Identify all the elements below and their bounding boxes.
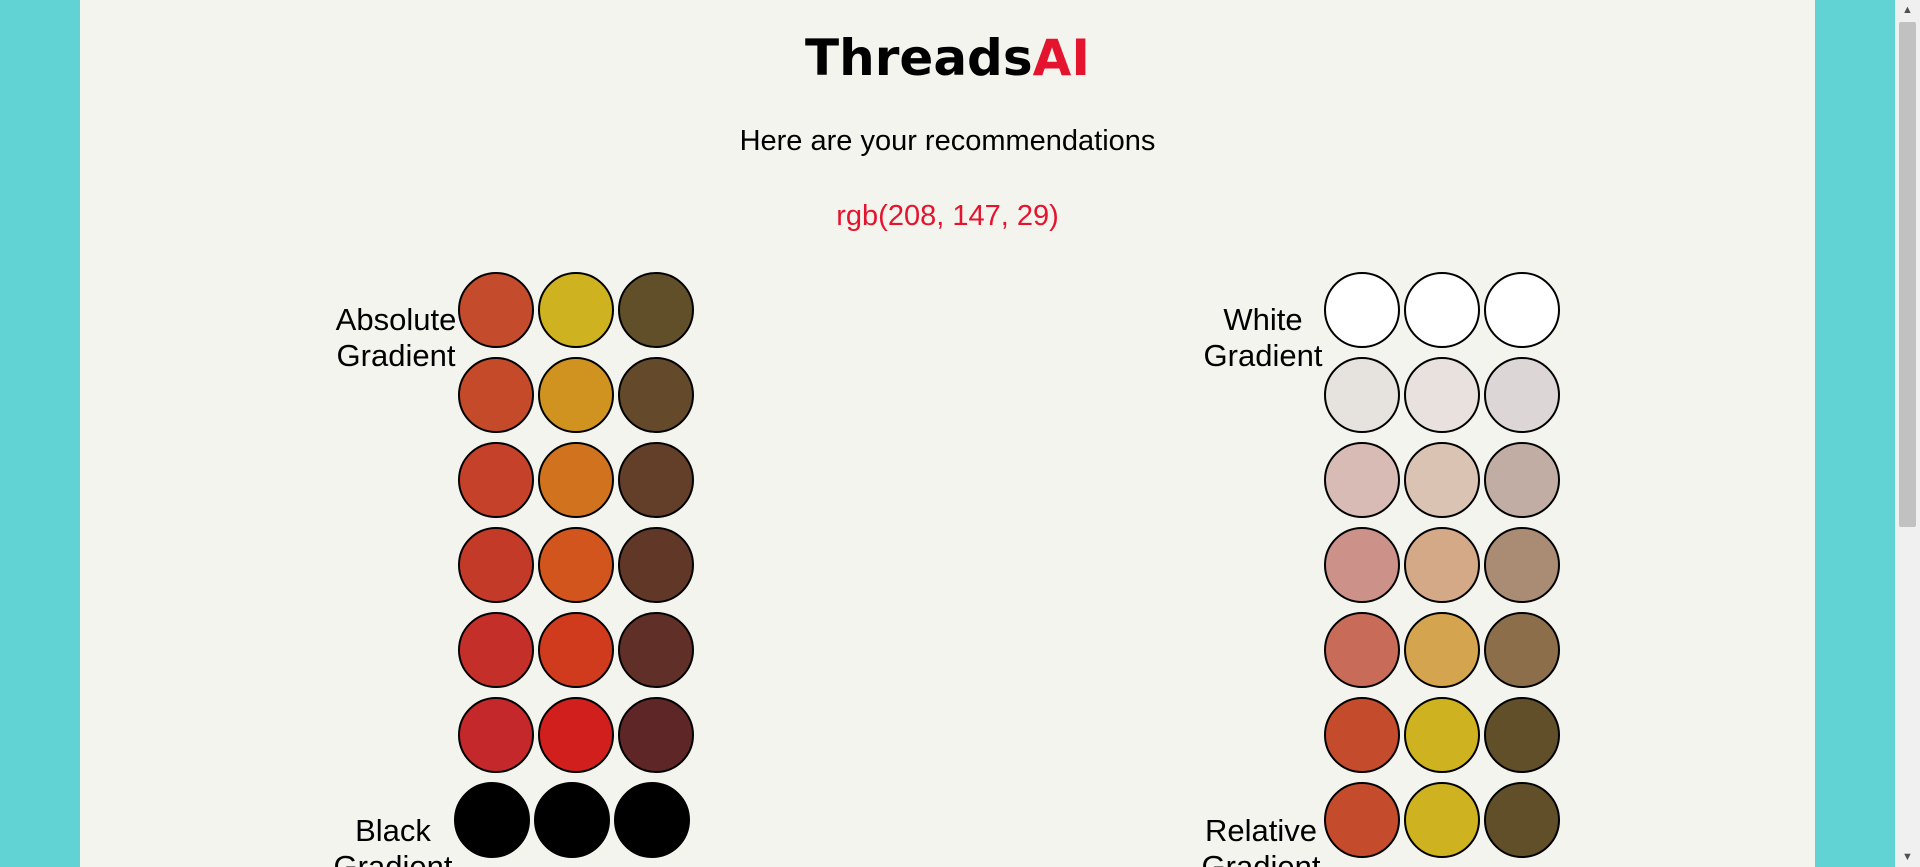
color-swatch[interactable] <box>1484 357 1560 433</box>
color-swatch[interactable] <box>1404 697 1480 773</box>
brand-logo: ThreadsAI <box>80 28 1815 88</box>
color-swatch[interactable] <box>618 527 694 603</box>
color-swatch[interactable] <box>534 782 610 858</box>
color-swatch[interactable] <box>1484 782 1560 858</box>
color-swatch[interactable] <box>458 697 534 773</box>
label-line: White <box>1223 302 1303 337</box>
absolute-gradient-label: Absolute Gradient <box>321 302 471 374</box>
white-gradient-label: White Gradient <box>1188 302 1338 374</box>
color-swatch[interactable] <box>1404 612 1480 688</box>
vertical-scrollbar[interactable]: ▲ ▼ <box>1895 0 1920 867</box>
color-swatch[interactable] <box>614 782 690 858</box>
black-gradient-label: Black Gradient <box>318 813 468 867</box>
label-line: Gradient <box>336 338 456 373</box>
color-swatch[interactable] <box>1404 442 1480 518</box>
label-line: Gradient <box>333 849 453 867</box>
color-swatch[interactable] <box>538 442 614 518</box>
color-swatch[interactable] <box>458 612 534 688</box>
brand-name-part1: Threads <box>805 29 1033 87</box>
color-swatch[interactable] <box>538 527 614 603</box>
page-subtitle: Here are your recommendations <box>739 125 1156 157</box>
color-swatch[interactable] <box>1324 527 1400 603</box>
scrollbar-thumb[interactable] <box>1899 22 1916 527</box>
color-swatch[interactable] <box>1404 272 1480 348</box>
color-swatch[interactable] <box>1404 527 1480 603</box>
color-swatch[interactable] <box>458 527 534 603</box>
color-swatch[interactable] <box>458 442 534 518</box>
scroll-down-icon[interactable]: ▼ <box>1895 847 1920 867</box>
color-swatch[interactable] <box>1484 442 1560 518</box>
color-swatch[interactable] <box>1484 612 1560 688</box>
color-swatch[interactable] <box>1324 782 1400 858</box>
label-line: Absolute <box>335 302 457 337</box>
color-swatch[interactable] <box>538 272 614 348</box>
color-swatch[interactable] <box>1484 697 1560 773</box>
color-swatch[interactable] <box>1324 612 1400 688</box>
color-swatch[interactable] <box>618 612 694 688</box>
color-swatch[interactable] <box>458 272 534 348</box>
color-swatch[interactable] <box>454 782 530 858</box>
label-line: Gradient <box>1201 849 1321 867</box>
color-swatch[interactable] <box>1484 272 1560 348</box>
color-swatch[interactable] <box>1404 782 1480 858</box>
recommendations-page: ThreadsAI Here are your recommendations … <box>80 0 1815 867</box>
color-swatch[interactable] <box>1324 697 1400 773</box>
color-swatch[interactable] <box>538 357 614 433</box>
color-swatch[interactable] <box>1404 357 1480 433</box>
label-line: Black <box>355 813 431 848</box>
color-swatch[interactable] <box>458 357 534 433</box>
color-swatch[interactable] <box>618 357 694 433</box>
color-swatch[interactable] <box>538 612 614 688</box>
color-swatch[interactable] <box>1324 272 1400 348</box>
label-line: Relative <box>1205 813 1317 848</box>
scroll-up-icon[interactable]: ▲ <box>1895 0 1920 20</box>
relative-gradient-label: Relative Gradient <box>1186 813 1336 867</box>
label-line: Gradient <box>1203 338 1323 373</box>
color-swatch[interactable] <box>618 272 694 348</box>
color-swatch[interactable] <box>1324 442 1400 518</box>
brand-name-part2: AI <box>1032 29 1090 87</box>
color-swatch[interactable] <box>538 697 614 773</box>
color-swatch[interactable] <box>618 442 694 518</box>
color-swatch[interactable] <box>618 697 694 773</box>
selected-color-value: rgb(208, 147, 29) <box>836 200 1059 232</box>
color-swatch[interactable] <box>1324 357 1400 433</box>
color-swatch[interactable] <box>1484 527 1560 603</box>
